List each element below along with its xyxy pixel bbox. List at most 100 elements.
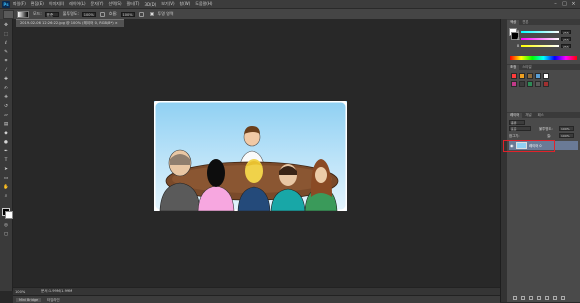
zoom-tool-icon[interactable]: ⌕ <box>3 194 9 199</box>
tab-mini-bridge[interactable]: Mini Bridge <box>16 297 42 302</box>
menu-layer[interactable]: 레이어(L) <box>69 1 85 7</box>
screen-mode-icon[interactable]: ▢ <box>3 232 9 237</box>
close-button[interactable]: × <box>569 1 578 7</box>
pen-tool-icon[interactable]: ✒ <box>3 149 9 154</box>
menu-type[interactable]: 문자(Y) <box>91 1 104 7</box>
document-info: 문서:1.99M/1.99M <box>41 289 73 293</box>
style-swatch[interactable] <box>519 73 525 79</box>
mask-icon[interactable] <box>529 296 533 300</box>
style-swatch[interactable] <box>543 81 549 87</box>
menu-3d[interactable]: 3D(D) <box>144 2 156 7</box>
shape-tool-icon[interactable]: ▭ <box>3 176 9 181</box>
crop-tool-icon[interactable]: ⌗ <box>3 59 9 64</box>
style-swatch[interactable] <box>543 73 549 79</box>
marquee-tool-icon[interactable]: ⬚ <box>3 32 9 37</box>
type-tool-icon[interactable]: T <box>3 158 9 163</box>
color-panel-tabs: 색상 견본 <box>507 19 580 25</box>
panel-icon-dock <box>500 19 507 302</box>
eraser-tool-icon[interactable]: ▱ <box>3 113 9 118</box>
canvas-image[interactable] <box>154 101 347 211</box>
link-icon[interactable] <box>513 296 517 300</box>
pressure-icon[interactable] <box>138 11 144 17</box>
layer-opacity-input[interactable]: 100% <box>559 126 574 131</box>
layers-panel-tabs: 레이어 채널 패스 <box>507 112 580 118</box>
slider-red[interactable]: R 255 <box>517 29 577 35</box>
slider-g-bar[interactable] <box>521 37 559 40</box>
opacity-input[interactable]: 100% <box>81 11 96 17</box>
airbrush-icon[interactable] <box>99 11 105 17</box>
tool-preset-picker[interactable] <box>3 9 14 19</box>
menu-select[interactable]: 선택(S) <box>108 1 121 7</box>
color-spectrum-bar[interactable] <box>510 56 577 60</box>
gradient-swatch[interactable] <box>17 10 29 18</box>
app-logo[interactable]: Ps <box>2 0 10 8</box>
blend-mode-select[interactable]: 표준 <box>509 126 531 131</box>
background-color-swatch[interactable] <box>5 211 13 219</box>
slider-green[interactable]: G 255 <box>517 36 577 42</box>
blur-tool-icon[interactable]: ◆ <box>3 131 9 136</box>
healing-tool-icon[interactable]: ✚ <box>3 77 9 82</box>
right-panels: 색상 견본 R 255 G 255 B 255 조정 스타일 레이어 채널 패스… <box>507 19 580 302</box>
flow-label: 흐름: <box>108 11 118 16</box>
gradient-tool-icon[interactable]: ▤ <box>3 122 9 127</box>
zoom-level[interactable]: 100% <box>15 290 29 294</box>
quick-mask-icon[interactable]: ◎ <box>3 223 9 228</box>
menu-help[interactable]: 도움말(H) <box>195 1 212 7</box>
tab-styles[interactable]: 스타일 <box>519 65 534 70</box>
brush-tool-icon[interactable]: ✍ <box>3 86 9 91</box>
layer-highlight-box <box>503 140 555 152</box>
slider-r-bar[interactable] <box>521 30 559 33</box>
tab-timeline[interactable]: 타임라인 <box>44 297 62 302</box>
menu-filter[interactable]: 필터(T) <box>127 1 140 7</box>
meeting-illustration <box>154 101 347 211</box>
channel-b-value[interactable]: 255 <box>561 43 571 49</box>
folder-icon[interactable] <box>545 296 549 300</box>
eyedropper-tool-icon[interactable]: ⁄ <box>3 68 9 73</box>
lock-label: 잠그기: <box>509 134 520 138</box>
menu-edit[interactable]: 편집(E) <box>31 1 44 7</box>
document-tab[interactable]: 2019-02-06 12:26:22.jpg @ 100% (레이어 0, R… <box>16 19 124 27</box>
layer-kind-filter[interactable]: 종류 <box>509 120 525 125</box>
quick-select-tool-icon[interactable]: ✎ <box>3 50 9 55</box>
menu-image[interactable]: 이미지(I) <box>49 1 64 7</box>
trash-icon[interactable] <box>561 296 565 300</box>
style-swatch[interactable] <box>519 81 525 87</box>
tab-swatches[interactable]: 견본 <box>519 20 531 25</box>
slider-b-bar[interactable] <box>521 44 559 47</box>
fill-input[interactable]: 100% <box>559 133 574 138</box>
clone-tool-icon[interactable]: ⎈ <box>3 95 9 100</box>
transparency-checkbox[interactable] <box>149 12 154 16</box>
style-swatch[interactable] <box>535 73 541 79</box>
menu-window[interactable]: 창(W) <box>180 1 191 7</box>
tab-color[interactable]: 색상 <box>507 20 520 25</box>
style-swatch[interactable] <box>535 81 541 87</box>
fx-icon[interactable] <box>521 296 525 300</box>
style-swatch[interactable] <box>527 81 533 87</box>
slider-blue[interactable]: B 255 <box>517 43 577 49</box>
menu-file[interactable]: 파일(F) <box>13 1 26 7</box>
move-tool-icon[interactable]: ✥ <box>3 23 9 28</box>
tab-layers[interactable]: 레이어 <box>507 113 523 118</box>
menu-bar: Ps 파일(F) 편집(E) 이미지(I) 레이어(L) 문자(Y) 선택(S)… <box>0 0 580 8</box>
style-swatch[interactable] <box>511 73 517 79</box>
style-swatch[interactable] <box>527 73 533 79</box>
path-select-tool-icon[interactable]: ➤ <box>3 167 9 172</box>
history-brush-tool-icon[interactable]: ↺ <box>3 104 9 109</box>
new-layer-icon[interactable] <box>553 296 557 300</box>
minimize-button[interactable]: – <box>551 1 560 7</box>
tab-paths[interactable]: 패스 <box>535 113 547 118</box>
style-swatch[interactable] <box>511 81 517 87</box>
channel-g-value[interactable]: 255 <box>561 36 571 42</box>
tab-channels[interactable]: 채널 <box>522 113 534 118</box>
hand-tool-icon[interactable]: ✋ <box>3 185 9 190</box>
dodge-tool-icon[interactable]: ● <box>3 140 9 145</box>
menu-view[interactable]: 보기(V) <box>161 1 174 7</box>
tab-adjustments[interactable]: 조정 <box>507 65 520 70</box>
adjustment-icon[interactable] <box>537 296 541 300</box>
maximize-button[interactable]: □ <box>560 1 569 7</box>
lasso-tool-icon[interactable]: ℓ <box>3 41 9 46</box>
mode-select[interactable]: 표준 <box>44 11 59 17</box>
mode-label: 모드: <box>33 11 42 16</box>
channel-r-value[interactable]: 255 <box>561 29 571 35</box>
flow-input[interactable]: 100% <box>120 11 135 17</box>
